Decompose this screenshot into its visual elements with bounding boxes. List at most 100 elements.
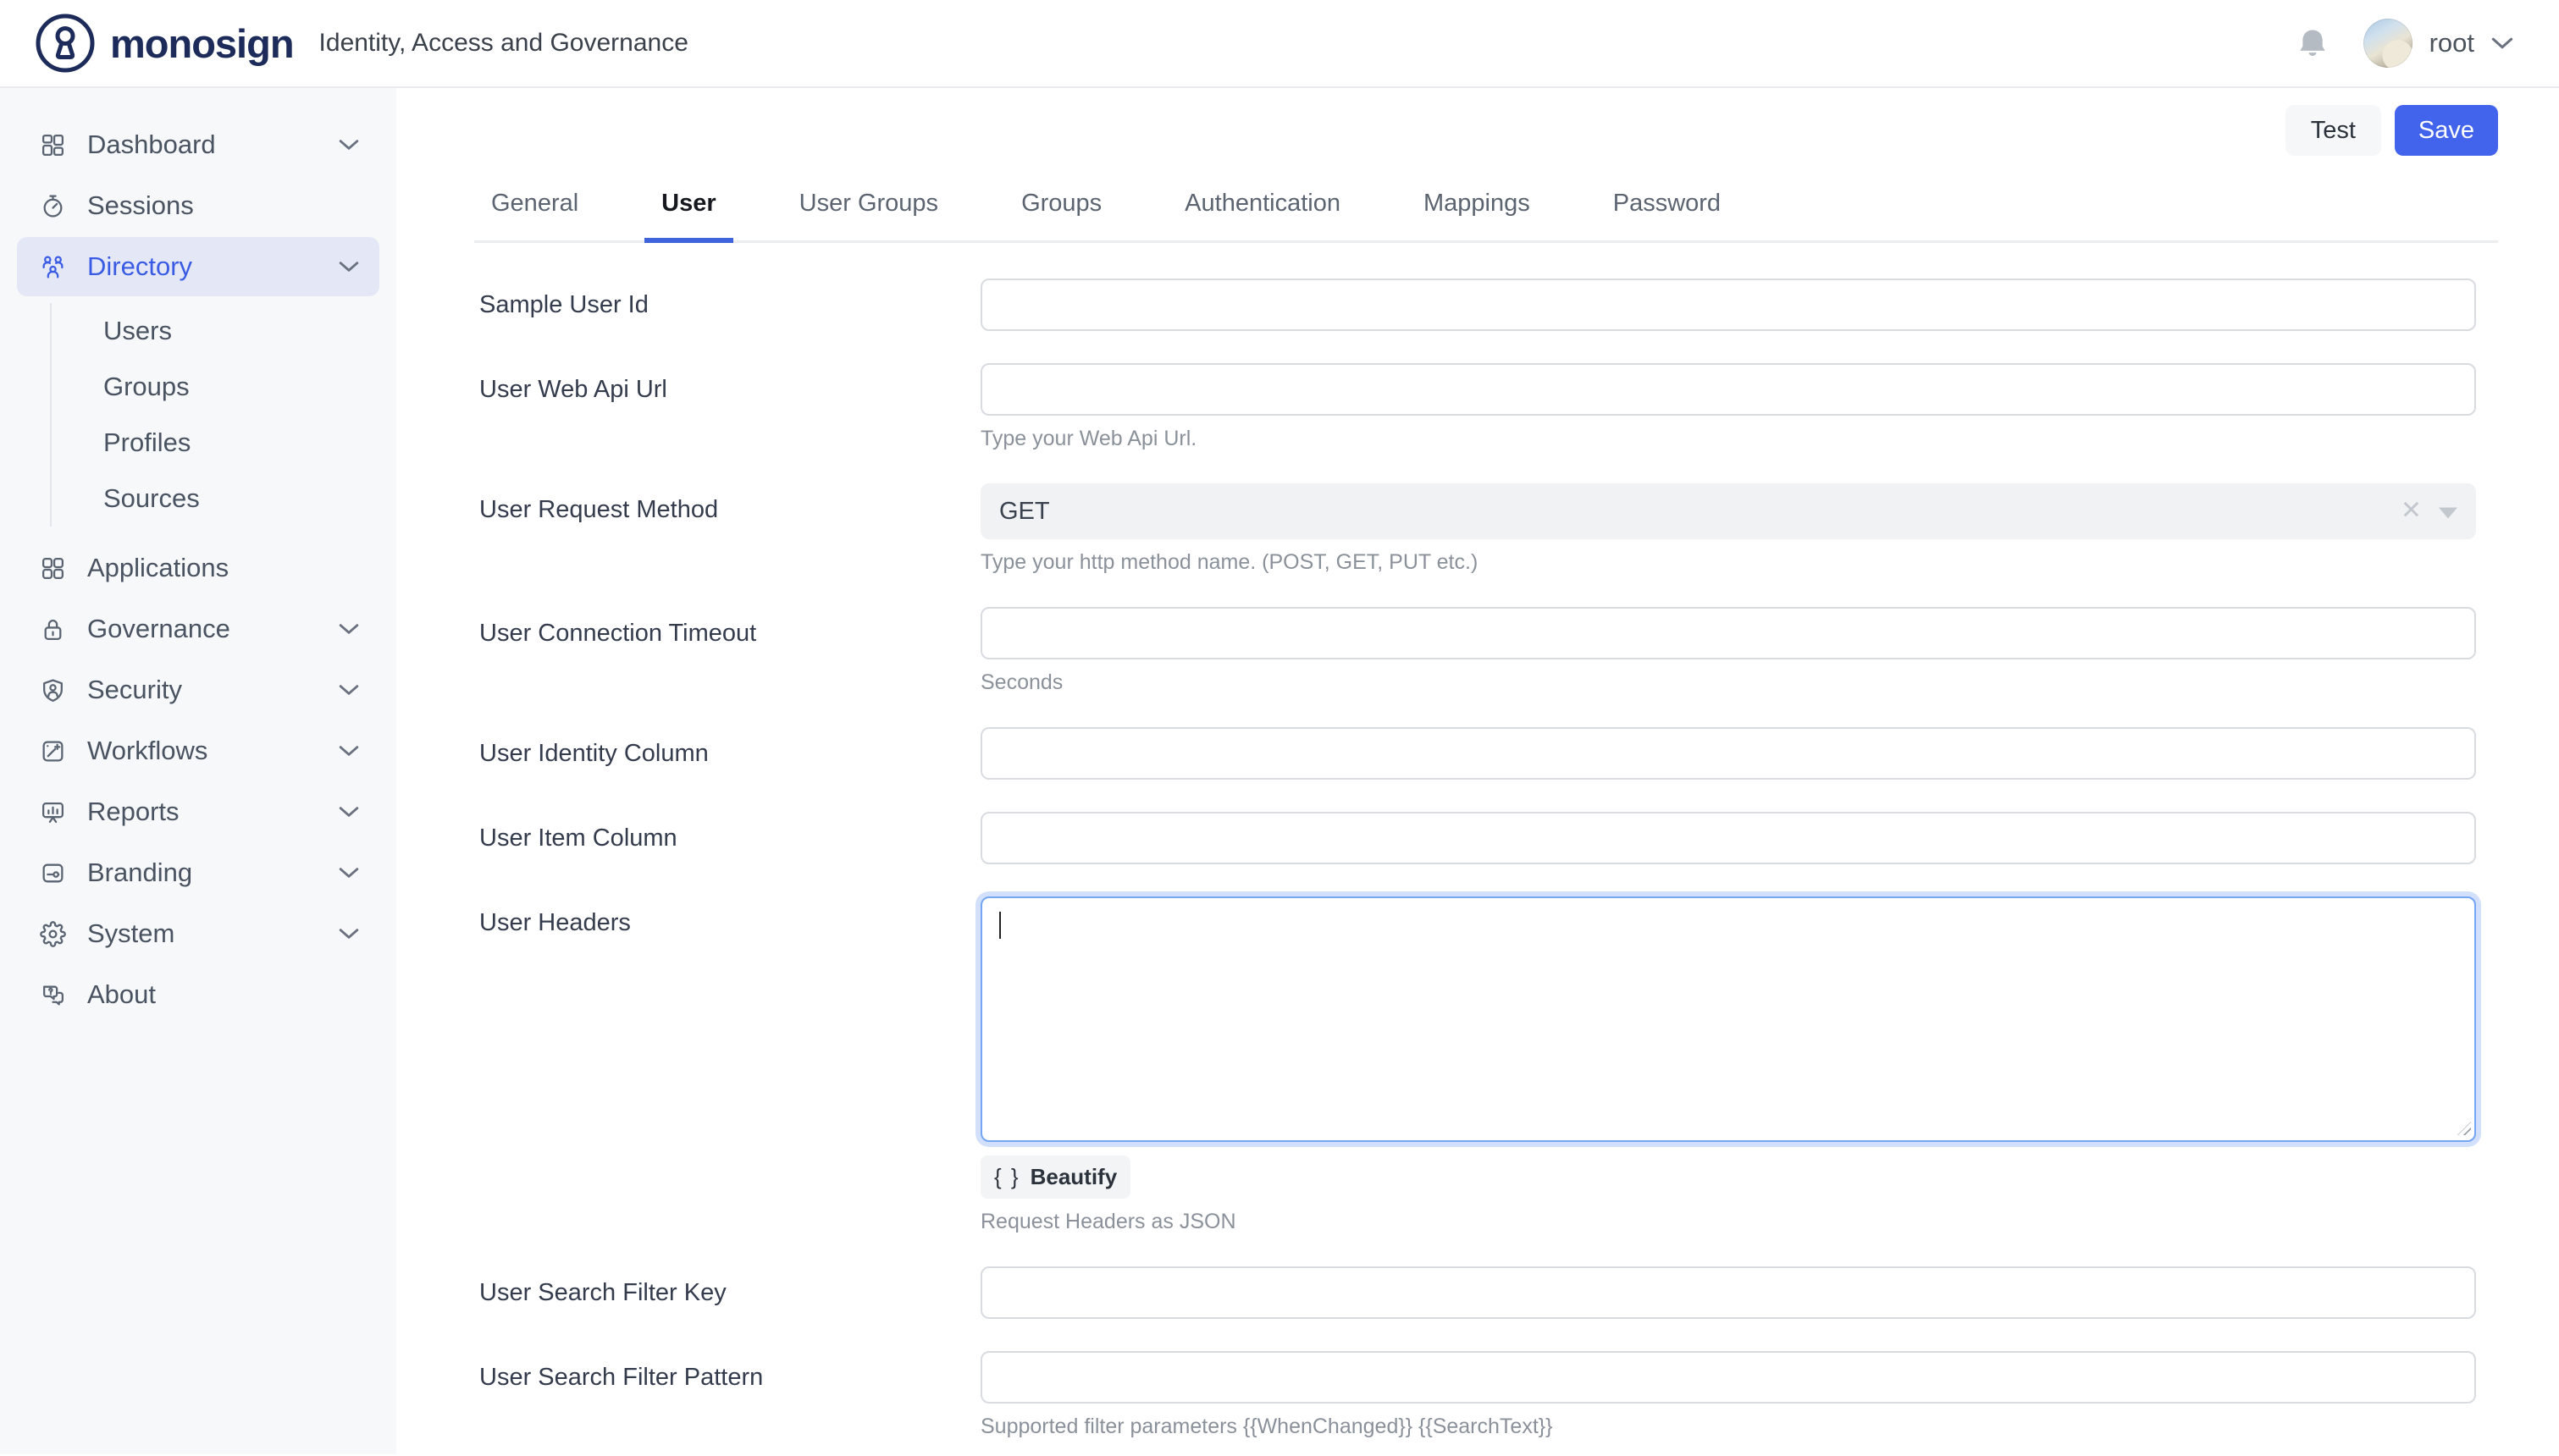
field-label: User Connection Timeout <box>474 607 981 648</box>
text-cursor <box>999 912 1001 939</box>
sidebar-item-sessions[interactable]: Sessions <box>17 176 379 235</box>
sidebar-item-sources[interactable]: Sources <box>103 471 396 527</box>
sidebar: Dashboard Sessions Directory <box>0 88 396 1454</box>
toolbar: Test Save <box>474 88 2498 156</box>
field-label: Sample User Id <box>474 279 981 319</box>
avatar[interactable] <box>2363 19 2413 68</box>
form-row: User Search Filter Pattern Supported fil… <box>474 1351 2476 1439</box>
chart-monitor-icon <box>40 799 66 825</box>
sidebar-item-directory[interactable]: Directory <box>17 237 379 296</box>
field-label: User Search Filter Pattern <box>474 1351 981 1392</box>
tab-user[interactable]: User <box>644 174 733 243</box>
username: root <box>2429 28 2474 58</box>
sidebar-item-label: Reports <box>87 797 180 827</box>
sidebar-item-label: Directory <box>87 251 192 282</box>
sidebar-item-groups[interactable]: Groups <box>103 359 396 415</box>
field-label: User Item Column <box>474 812 981 852</box>
wand-icon <box>40 738 66 764</box>
user-item-column-input[interactable] <box>981 812 2476 864</box>
form-row: Sample User Id <box>474 279 2476 331</box>
sidebar-item-workflows[interactable]: Workflows <box>17 721 379 780</box>
tab-general[interactable]: General <box>474 174 595 243</box>
user-connection-timeout-input[interactable] <box>981 607 2476 659</box>
field-label: User Search Filter Key <box>474 1266 981 1307</box>
users-group-icon <box>40 254 66 280</box>
apps-grid-icon <box>40 555 66 582</box>
save-button[interactable]: Save <box>2395 105 2498 156</box>
chevron-down-icon <box>339 261 359 273</box>
form-row: User Web Api Url Type your Web Api Url. <box>474 363 2476 451</box>
tab-authentication[interactable]: Authentication <box>1168 174 1357 243</box>
sidebar-item-label: System <box>87 918 174 949</box>
dashboard-icon <box>40 132 66 158</box>
tab-groups[interactable]: Groups <box>1004 174 1119 243</box>
lock-icon <box>40 616 66 643</box>
top-bar-right: root <box>2296 19 2525 68</box>
sidebar-item-label: About <box>87 979 156 1010</box>
caret-down-icon <box>2439 507 2457 518</box>
form-row: User Headers { } Beautify Request Header… <box>474 896 2476 1234</box>
brand-logo[interactable]: monosign Identity, Access and Governance <box>34 12 688 74</box>
chevron-down-icon <box>339 745 359 757</box>
user-search-filter-key-input[interactable] <box>981 1266 2476 1319</box>
user-request-method-select[interactable]: GET ✕ <box>981 483 2476 539</box>
form-row: User Identity Column <box>474 727 2476 780</box>
user-web-api-url-input[interactable] <box>981 363 2476 416</box>
sidebar-subitem-label: Groups <box>103 372 190 402</box>
test-button[interactable]: Test <box>2285 105 2381 156</box>
form-row: User Item Column <box>474 812 2476 864</box>
sidebar-directory-subnav: Users Groups Profiles Sources <box>50 303 396 527</box>
sidebar-item-governance[interactable]: Governance <box>17 599 379 659</box>
sample-user-id-input[interactable] <box>981 279 2476 331</box>
gear-icon <box>40 921 66 947</box>
chevron-down-icon <box>339 928 359 940</box>
sidebar-subitem-label: Users <box>103 316 172 346</box>
sidebar-item-system[interactable]: System <box>17 904 379 963</box>
chat-help-icon <box>40 982 66 1008</box>
sidebar-item-profiles[interactable]: Profiles <box>103 415 396 471</box>
field-helper: Type your http method name. (POST, GET, … <box>981 550 2476 575</box>
sidebar-item-reports[interactable]: Reports <box>17 782 379 841</box>
sidebar-item-applications[interactable]: Applications <box>17 538 379 598</box>
chevron-down-icon <box>339 684 359 696</box>
sidebar-item-security[interactable]: Security <box>17 660 379 720</box>
select-value: GET <box>999 498 1050 526</box>
field-helper: Type your Web Api Url. <box>981 427 2476 451</box>
sidebar-subitem-label: Sources <box>103 483 200 514</box>
tab-mappings[interactable]: Mappings <box>1407 174 1547 243</box>
form-row: User Request Method GET ✕ Type your http… <box>474 483 2476 575</box>
field-helper: Supported filter parameters {{WhenChange… <box>981 1415 2476 1439</box>
shield-user-icon <box>40 677 66 703</box>
top-bar: monosign Identity, Access and Governance… <box>0 0 2559 88</box>
sidebar-item-users[interactable]: Users <box>103 303 396 359</box>
tab-user-groups[interactable]: User Groups <box>782 174 955 243</box>
field-helper: Seconds <box>981 670 2476 695</box>
sidebar-item-label: Dashboard <box>87 130 216 160</box>
tab-password[interactable]: Password <box>1596 174 1738 243</box>
monosign-keyhole-icon <box>34 12 97 74</box>
beautify-button[interactable]: { } Beautify <box>981 1155 1130 1199</box>
chevron-down-icon <box>339 139 359 151</box>
notifications-bell-icon[interactable] <box>2296 26 2330 60</box>
sidebar-item-dashboard[interactable]: Dashboard <box>17 115 379 174</box>
clear-icon[interactable]: ✕ <box>2401 498 2422 523</box>
braces-icon: { } <box>994 1164 1020 1190</box>
sidebar-item-branding[interactable]: Branding <box>17 843 379 902</box>
tab-bar: General User User Groups Groups Authenti… <box>474 174 2498 243</box>
stopwatch-icon <box>40 193 66 219</box>
sidebar-item-label: Applications <box>87 553 229 583</box>
user-headers-textarea[interactable] <box>981 896 2476 1142</box>
sidebar-item-about[interactable]: About <box>17 965 379 1024</box>
user-search-filter-pattern-input[interactable] <box>981 1351 2476 1404</box>
main-content: Test Save General User User Groups Group… <box>396 88 2559 1454</box>
chevron-down-icon <box>339 806 359 818</box>
user-settings-form: Sample User Id User Web Api Url Type you… <box>474 279 2498 1456</box>
field-label: User Request Method <box>474 483 981 524</box>
field-helper: Request Headers as JSON <box>981 1210 2476 1234</box>
user-identity-column-input[interactable] <box>981 727 2476 780</box>
user-menu[interactable]: root <box>2363 19 2513 68</box>
field-label: User Web Api Url <box>474 363 981 404</box>
sidebar-subitem-label: Profiles <box>103 427 191 458</box>
form-row: User Connection Timeout Seconds <box>474 607 2476 695</box>
sidebar-item-label: Workflows <box>87 736 207 766</box>
